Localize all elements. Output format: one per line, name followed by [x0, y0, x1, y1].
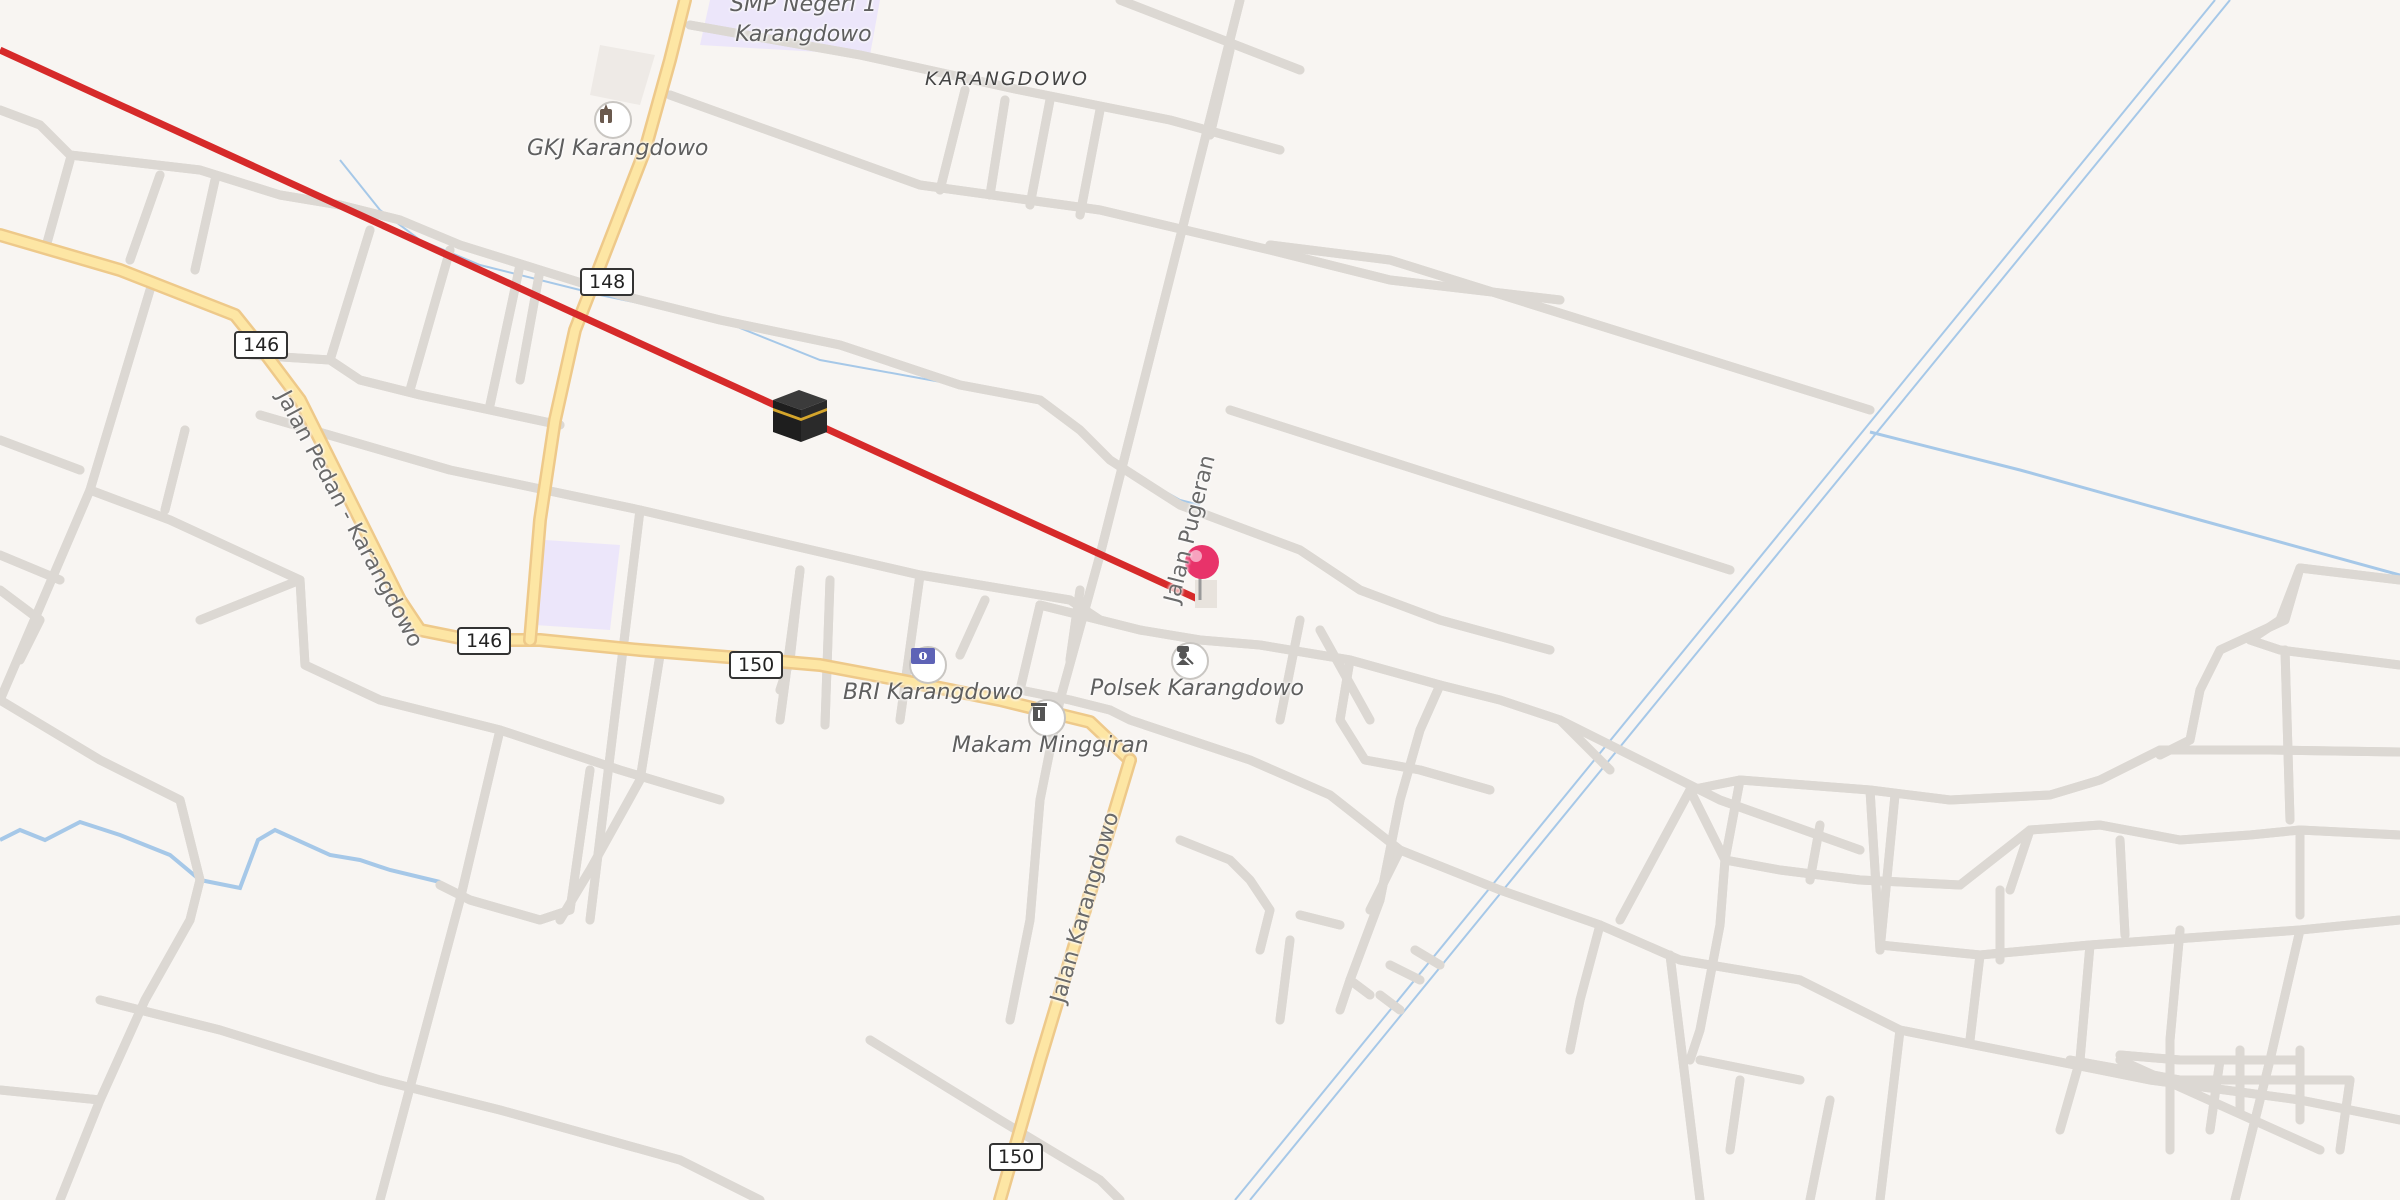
poi-label-makam: Makam Minggiran [952, 733, 1149, 758]
poi-label-smp: SMP Negeri 1 Karangdowo [730, 0, 877, 47]
route-shield-150: 150 [989, 1143, 1044, 1171]
route-shield-150: 150 [729, 651, 784, 679]
bank-icon[interactable] [909, 646, 947, 684]
route-shield-148: 148 [580, 268, 635, 296]
kaaba-icon [773, 390, 827, 442]
poi-label-gkj: GKJ Karangdowo [527, 136, 709, 161]
map-canvas[interactable]: SMP Negeri 1 Karangdowo KARANGDOWO GKJ K… [0, 0, 2400, 1200]
map-base-layer [0, 0, 2400, 1200]
place-label-karangdowo: KARANGDOWO [925, 68, 1089, 90]
poi-label-bri: BRI Karangdowo [843, 680, 1024, 705]
cemetery-icon[interactable] [1028, 699, 1066, 737]
building-area [590, 45, 655, 105]
landuse-area [535, 540, 620, 630]
poi-label-polsek: Polsek Karangdowo [1090, 676, 1305, 701]
church-icon[interactable] [594, 101, 632, 139]
route-shield-146: 146 [234, 331, 289, 359]
route-shield-146: 146 [457, 627, 512, 655]
police-icon[interactable] [1171, 642, 1209, 680]
